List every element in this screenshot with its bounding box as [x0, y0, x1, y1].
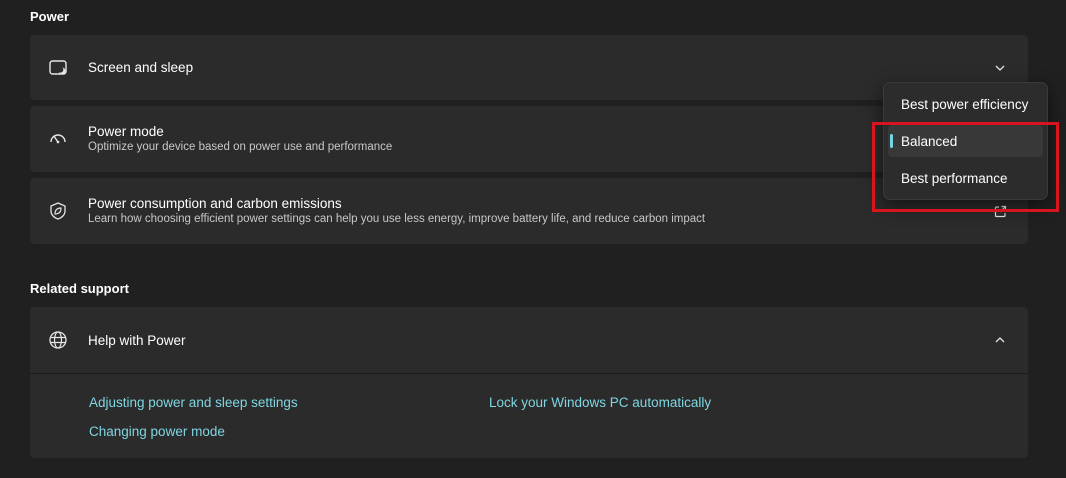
link-changing-power-mode[interactable]: Changing power mode	[89, 424, 225, 439]
annotation-highlight-box	[872, 122, 1059, 212]
help-with-power-header[interactable]: Help with Power	[30, 307, 1028, 373]
help-links-panel: Adjusting power and sleep settings Chang…	[30, 373, 1028, 458]
chevron-up-icon[interactable]	[988, 328, 1012, 352]
power-section-title: Power	[30, 9, 70, 24]
link-lock-windows-pc[interactable]: Lock your Windows PC automatically	[489, 395, 711, 410]
chevron-down-icon[interactable]	[988, 56, 1012, 80]
option-best-power-efficiency[interactable]: Best power efficiency	[888, 88, 1043, 120]
carbon-title: Power consumption and carbon emissions	[88, 196, 342, 211]
related-support-title: Related support	[30, 281, 129, 296]
globe-icon	[46, 328, 70, 352]
gauge-icon	[46, 127, 70, 151]
help-title: Help with Power	[88, 332, 186, 348]
screen-sleep-icon	[46, 56, 70, 80]
option-label: Best power efficiency	[901, 96, 1029, 112]
screen-sleep-title: Screen and sleep	[88, 60, 194, 75]
settings-page: Power Screen and sleep Power mode Optimi…	[0, 0, 1066, 478]
leaf-shield-icon	[46, 199, 70, 223]
carbon-subtitle: Learn how choosing efficient power setti…	[88, 213, 706, 225]
link-adjusting-power-sleep[interactable]: Adjusting power and sleep settings	[89, 395, 298, 410]
screen-and-sleep-card[interactable]: Screen and sleep	[30, 35, 1028, 100]
